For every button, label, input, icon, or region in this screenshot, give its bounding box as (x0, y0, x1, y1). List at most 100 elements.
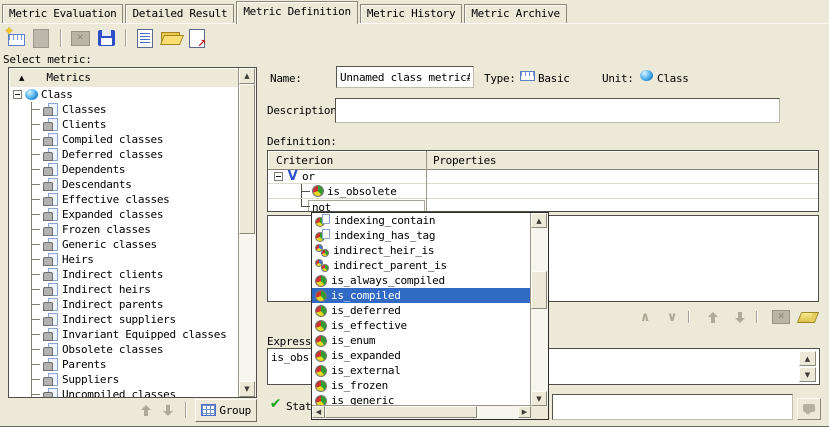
scroll-up-button[interactable]: ▲ (239, 68, 255, 84)
tree-item[interactable]: Descendants (9, 177, 239, 192)
open-metric-file-button[interactable] (158, 26, 184, 50)
dropdown-item[interactable]: is_deferred (312, 303, 531, 318)
dropdown-item-label: indexing_contain (334, 214, 435, 227)
tree-item[interactable]: Compiled classes (9, 132, 239, 147)
tree-item[interactable]: Classes (9, 102, 239, 117)
tree-item[interactable]: Expanded classes (9, 207, 239, 222)
duplicate-metric-button[interactable] (28, 26, 54, 50)
dropdown-item[interactable]: indirect_heir_is (312, 243, 531, 258)
tree-item[interactable]: Heirs (9, 252, 239, 267)
or-criterion-button[interactable] (662, 308, 682, 326)
dropdown-item[interactable]: is_always_compiled (312, 273, 531, 288)
expand-toggle-icon[interactable] (274, 172, 283, 181)
tree-item-label: Effective classes (62, 193, 169, 206)
metrics-column-header[interactable]: ▲ Metrics (9, 68, 239, 88)
remove-criterion-button[interactable] (771, 308, 791, 326)
eraser-icon (797, 312, 819, 323)
new-metric-file-button[interactable] (132, 26, 158, 50)
tab-metric-history[interactable]: Metric History (360, 4, 463, 23)
tree-item-label: Indirect heirs (62, 283, 151, 296)
tree-item[interactable]: Deferred classes (9, 147, 239, 162)
delete-metric-button[interactable] (67, 26, 93, 50)
dropdown-item[interactable]: indexing_contain (312, 213, 531, 228)
sphere-icon (25, 89, 38, 100)
tab-metric-evaluation[interactable]: Metric Evaluation (2, 4, 123, 23)
arrow-up-icon (707, 311, 720, 324)
move-criterion-up-button[interactable] (703, 308, 723, 326)
lock-page-icon (42, 178, 59, 191)
scroll-up-button[interactable]: ▲ (799, 351, 816, 366)
criteria-table: Criterion Properties or is_obsolete not (267, 150, 819, 212)
arrow-down-icon (162, 404, 175, 417)
new-metric-button[interactable] (2, 26, 28, 50)
tree-item[interactable]: Indirect clients (9, 267, 239, 282)
name-input[interactable] (336, 66, 474, 88)
dropdown-item[interactable]: is_external (312, 363, 531, 378)
criterion-row-is-obsolete[interactable]: is_obsolete (268, 184, 818, 199)
dropdown-horizontal-scrollbar[interactable]: ◀ ▶ (312, 405, 531, 419)
pie-icon (315, 365, 327, 377)
lock-page-icon (42, 298, 59, 311)
tab-metric-definition[interactable]: Metric Definition (236, 1, 357, 24)
tree-item[interactable]: Indirect suppliers (9, 312, 239, 327)
lock-page-icon (42, 358, 59, 371)
scroll-down-button[interactable]: ▼ (531, 391, 547, 406)
tree-item[interactable]: Generic classes (9, 237, 239, 252)
scrollbar-thumb[interactable] (239, 84, 255, 234)
tree-item[interactable]: Frozen classes (9, 222, 239, 237)
dropdown-item[interactable]: is_compiled (312, 288, 531, 303)
arrow-up-icon (140, 404, 153, 417)
tab-metric-archive[interactable]: Metric Archive (464, 4, 567, 23)
comment-button[interactable] (797, 398, 821, 420)
scroll-down-button[interactable]: ▼ (799, 367, 816, 382)
group-toggle-button[interactable]: Group (195, 399, 257, 422)
dropdown-vertical-scrollbar[interactable]: ▲ ▼ (530, 213, 548, 406)
tree-item[interactable]: Effective classes (9, 192, 239, 207)
scroll-up-button[interactable]: ▲ (531, 213, 547, 228)
tab-detailed-result[interactable]: Detailed Result (125, 4, 234, 23)
dropdown-item[interactable]: is_frozen (312, 378, 531, 393)
dropdown-item[interactable]: indirect_parent_is (312, 258, 531, 273)
tree-item-label: Classes (62, 103, 106, 116)
scroll-down-button[interactable]: ▼ (239, 381, 255, 397)
separator (185, 402, 187, 418)
tree-vertical-scrollbar[interactable]: ▲ ▼ (238, 68, 256, 397)
tree-item[interactable]: Clients (9, 117, 239, 132)
tree-item[interactable]: Dependents (9, 162, 239, 177)
tree-item[interactable]: Suppliers (9, 372, 239, 387)
tree-item[interactable]: Parents (9, 357, 239, 372)
tab-label: Metric Archive (471, 7, 560, 20)
tree-item-class[interactable]: Class (9, 87, 239, 102)
expression-value: is_obs (271, 351, 309, 364)
tree-item[interactable]: Indirect parents (9, 297, 239, 312)
scroll-left-button[interactable]: ◀ (312, 406, 325, 418)
scrollbar-thumb[interactable] (325, 406, 477, 418)
tree-item[interactable]: Indirect heirs (9, 282, 239, 297)
pie-icon (315, 335, 327, 347)
save-metric-button[interactable] (93, 26, 119, 50)
tree-item[interactable]: Invariant Equipped classes (9, 327, 239, 342)
criterion-row-or[interactable]: or (268, 169, 818, 184)
move-metric-down-button[interactable] (159, 401, 177, 419)
export-metric-button[interactable] (184, 26, 210, 50)
tab-label: Metric Evaluation (9, 7, 116, 20)
move-metric-up-button[interactable] (137, 401, 155, 419)
tree-item[interactable]: Obsolete classes (9, 342, 239, 357)
tree-item[interactable]: Uncompiled classes (9, 387, 239, 397)
criterion-row-not[interactable]: not (268, 199, 818, 211)
status-detail-input[interactable] (552, 394, 793, 420)
dropdown-item[interactable]: is_expanded (312, 348, 531, 363)
dropdown-item[interactable]: is_enum (312, 333, 531, 348)
tree-item-label: Deferred classes (62, 148, 163, 161)
scrollbar-thumb[interactable] (531, 271, 547, 309)
criteria-table-header: Criterion Properties (268, 151, 818, 170)
expand-toggle-icon[interactable] (13, 90, 22, 99)
move-criterion-down-button[interactable] (730, 308, 750, 326)
description-input[interactable] (335, 98, 780, 123)
dropdown-item[interactable]: is_effective (312, 318, 531, 333)
dropdown-item[interactable]: indexing_has_tag (312, 228, 531, 243)
scroll-right-button[interactable]: ▶ (518, 406, 531, 418)
and-criterion-button[interactable] (635, 308, 655, 326)
clear-definition-button[interactable] (798, 308, 818, 326)
column-divider[interactable] (426, 151, 427, 211)
